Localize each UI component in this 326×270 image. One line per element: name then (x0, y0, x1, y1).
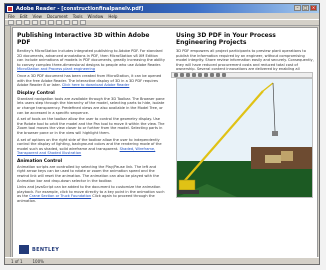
logo-mark (19, 245, 29, 254)
spin-icon[interactable] (180, 73, 184, 77)
crane-cab (178, 179, 196, 191)
crane-cable (272, 82, 276, 132)
animation-paragraph-2: Links and JavaScript can be added to the… (17, 185, 165, 203)
foundation-block (281, 151, 293, 161)
right-heading: Using 3D PDF in Your Process Engineering… (176, 32, 276, 46)
zoom-out-icon[interactable] (56, 20, 62, 25)
3d-model-viewport[interactable] (176, 78, 313, 198)
document-page: Publishing Interactive 3D within Adobe P… (12, 27, 318, 259)
crane-tracks (177, 190, 199, 194)
left-column: Publishing Interactive 3D within Adobe P… (17, 32, 165, 206)
rotate-icon[interactable] (174, 73, 178, 77)
page-title: Publishing Interactive 3D within Adobe P… (17, 32, 150, 46)
zoom-indicator[interactable]: 100% (33, 259, 44, 264)
foundation-slab (265, 155, 281, 163)
fit-page-icon[interactable] (72, 20, 78, 25)
close-icon[interactable]: × (310, 5, 317, 11)
page-indicator[interactable]: 1 of 1 (11, 259, 23, 264)
app-icon (7, 5, 13, 12)
animation-control-heading: Animation Control (17, 158, 62, 164)
print-icon[interactable] (24, 20, 30, 25)
walk-icon[interactable] (198, 73, 202, 77)
download-reader-link[interactable]: Click here to download Adobe Reader (62, 83, 129, 87)
minimize-icon[interactable]: – (294, 5, 301, 11)
menu-item-tools[interactable]: Tools (73, 14, 83, 19)
crane-scene (177, 82, 312, 197)
views-icon[interactable] (204, 73, 208, 77)
title-bar[interactable]: Adobe Reader - [constructionfinalpanelv.… (5, 4, 319, 13)
intro-paragraph-2: Once a 3D PDF document has been created … (17, 74, 165, 88)
crane-section-link[interactable]: Crane Section or Truck Foundation (29, 194, 91, 198)
search-icon[interactable] (80, 20, 86, 25)
process-plant-link[interactable]: MicroStation and Process plant engineeri… (17, 67, 95, 71)
lighting-icon[interactable] (216, 73, 220, 77)
maximize-icon[interactable]: □ (302, 5, 309, 11)
menu-item-view[interactable]: View (32, 14, 42, 19)
menu-item-edit[interactable]: Edit (20, 14, 28, 19)
reader-window: Adobe Reader - [constructionfinalpanelv.… (4, 3, 320, 265)
email-icon[interactable] (32, 20, 38, 25)
display-control-heading: Display Control (17, 90, 55, 96)
menu-item-help[interactable]: Help (108, 14, 117, 19)
display-control-paragraph-1: Standard navigation tools are available … (17, 96, 165, 115)
intro-text-1: Bentley's MicroStation includes integrat… (17, 49, 165, 67)
menu-item-file[interactable]: File (8, 14, 15, 19)
bentley-logo: BENTLEY (19, 245, 59, 254)
menu-item-window[interactable]: Window (88, 14, 104, 19)
navigation-pane-strip[interactable] (5, 26, 11, 258)
status-bar: 1 of 1 100% (5, 257, 319, 264)
crane-hook-block (272, 131, 278, 136)
pan-icon[interactable] (186, 73, 190, 77)
zoom-icon[interactable] (192, 73, 196, 77)
background-icon[interactable] (222, 73, 226, 77)
open-icon[interactable] (8, 20, 14, 25)
display-control-paragraph-2: A set of tools on the toolbar allow the … (17, 117, 165, 135)
logo-text: BENTLEY (32, 246, 60, 253)
display-control-paragraph-3: A set of options on the right side of th… (17, 138, 165, 156)
select-tool-icon[interactable] (48, 20, 54, 25)
animation-paragraph-1: Animation scripts are controlled by sele… (17, 164, 160, 183)
zoom-in-icon[interactable] (64, 20, 70, 25)
window-controls: – □ × (294, 5, 317, 11)
crane-jib (262, 82, 274, 92)
menu-item-document[interactable]: Document (47, 14, 68, 19)
save-icon[interactable] (16, 20, 22, 25)
intro-paragraph: Bentley's MicroStation includes integrat… (17, 49, 165, 72)
render-mode-icon[interactable] (210, 73, 214, 77)
window-title: Adobe Reader - [constructionfinalpanelv.… (16, 5, 144, 12)
hand-tool-icon[interactable] (40, 20, 46, 25)
main-toolbar (5, 19, 319, 26)
